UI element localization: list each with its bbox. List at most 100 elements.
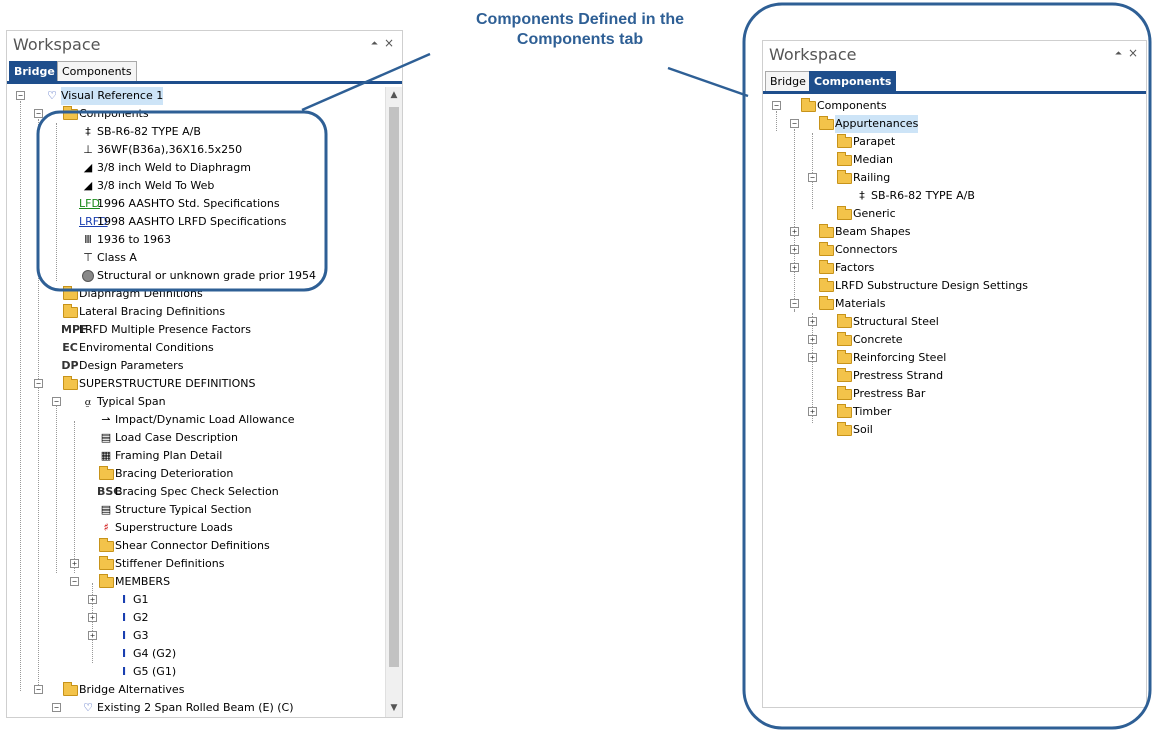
folder-open-icon [817, 115, 835, 136]
component-item[interactable]: ⊥ 36WF(B36a),36X16.5x250 [79, 141, 242, 159]
tree-item-parapet[interactable]: Parapet [835, 133, 895, 151]
scroll-thumb[interactable] [389, 107, 399, 667]
member-item[interactable]: I G2 [115, 609, 149, 627]
tab-bar: Bridge Components [7, 61, 402, 84]
callout-line-2: Components tab [516, 31, 644, 48]
tree-item-superstructure[interactable]: SUPERSTRUCTURE DEFINITIONS [61, 375, 256, 393]
close-button[interactable]: × [1128, 46, 1138, 60]
tree-item-connectors[interactable]: Connectors [817, 241, 897, 259]
tab-bridge[interactable]: Bridge [9, 61, 60, 81]
material-item[interactable]: Structural Steel [835, 313, 939, 331]
tree-item-components-root[interactable]: Components [799, 97, 887, 115]
collapse-toggle[interactable]: − [34, 109, 43, 118]
member-item[interactable]: I G5 (G1) [115, 663, 176, 681]
scroll-up-icon[interactable]: ▲ [386, 87, 402, 104]
section-icon: ▤ [100, 503, 112, 516]
steel-shape-icon: Ⅲ [84, 233, 92, 246]
tree-item-components[interactable]: Components [61, 105, 149, 123]
expand-toggle[interactable]: + [808, 353, 817, 362]
material-item[interactable]: Prestress Bar [835, 385, 925, 403]
tree-item-existing[interactable]: ♡ Existing 2 Span Rolled Beam (E) (C) [79, 699, 293, 717]
ec-icon: EC [62, 341, 78, 354]
expand-toggle[interactable]: + [88, 613, 97, 622]
component-item[interactable]: ⊤ Class A [79, 249, 137, 267]
expand-toggle[interactable]: + [790, 245, 799, 254]
material-item[interactable]: Prestress Strand [835, 367, 943, 385]
tree-item-median[interactable]: Median [835, 151, 893, 169]
tree-item-factors[interactable]: Factors [817, 259, 874, 277]
tree-item-lateral[interactable]: Lateral Bracing Definitions [61, 303, 225, 321]
pin-icon[interactable]: ⏶ [1115, 49, 1122, 59]
pin-icon[interactable]: ⏶ [371, 39, 378, 49]
tree-item-materials[interactable]: Materials [817, 295, 885, 313]
collapse-toggle[interactable]: − [790, 119, 799, 128]
tree-item-bridge-alternatives[interactable]: Bridge Alternatives [61, 681, 184, 699]
close-button[interactable]: × [384, 36, 394, 50]
span-item[interactable]: ⇀ Impact/Dynamic Load Allowance [97, 411, 294, 429]
component-item[interactable]: LRFD1998 AASHTO LRFD Specifications [79, 213, 286, 231]
expand-toggle[interactable]: + [88, 631, 97, 640]
tab-components[interactable]: Components [809, 71, 897, 91]
tree-item-root[interactable]: ♡ Visual Reference 1 [43, 87, 164, 105]
component-item[interactable]: Structural or unknown grade prior 1954 [79, 267, 316, 285]
tree-item-mpf[interactable]: MPFLRFD Multiple Presence Factors [61, 321, 251, 339]
span-item[interactable]: ♯ Superstructure Loads [97, 519, 232, 537]
concrete-icon: ⊤ [83, 251, 93, 264]
collapse-toggle[interactable]: − [772, 101, 781, 110]
component-item[interactable]: Ⅲ 1936 to 1963 [79, 231, 171, 249]
collapse-toggle[interactable]: − [70, 577, 79, 586]
impact-icon: ⇀ [101, 413, 111, 426]
expand-toggle[interactable]: + [70, 559, 79, 568]
member-item[interactable]: I G3 [115, 627, 149, 645]
collapse-toggle[interactable]: − [808, 173, 817, 182]
tree-item-design[interactable]: DPDesign Parameters [61, 357, 183, 375]
tree-item-env[interactable]: ECEnviromental Conditions [61, 339, 214, 357]
material-item[interactable]: Soil [835, 421, 873, 439]
collapse-toggle[interactable]: − [34, 379, 43, 388]
span-item[interactable]: Stiffener Definitions [97, 555, 224, 573]
tree-item-generic[interactable]: Generic [835, 205, 896, 223]
scroll-down-icon[interactable]: ▼ [386, 700, 402, 717]
span-item[interactable]: ▤ Structure Typical Section [97, 501, 252, 519]
tab-components[interactable]: Components [57, 61, 137, 81]
span-item[interactable]: Shear Connector Definitions [97, 537, 270, 555]
expand-toggle[interactable]: + [88, 595, 97, 604]
component-item[interactable]: ‡ SB-R6-82 TYPE A/B [79, 123, 201, 141]
expand-toggle[interactable]: + [808, 317, 817, 326]
dp-icon: DP [61, 359, 79, 372]
collapse-toggle[interactable]: − [16, 91, 25, 100]
member-item[interactable]: I G4 (G2) [115, 645, 176, 663]
collapse-toggle[interactable]: − [790, 299, 799, 308]
tree-item-diaphragm[interactable]: Diaphragm Definitions [61, 285, 203, 303]
member-item[interactable]: I G1 [115, 591, 149, 609]
tree-item-appurtenances[interactable]: Appurtenances [817, 115, 919, 136]
span-item[interactable]: ▤ Load Case Description [97, 429, 238, 447]
expand-toggle[interactable]: + [790, 227, 799, 236]
span-item[interactable]: BSCBracing Spec Check Selection [97, 483, 279, 501]
tab-bridge[interactable]: Bridge [765, 71, 811, 91]
tree-item-typical-span[interactable]: ⍶ Typical Span [79, 393, 166, 411]
tree-item-lrfd-substructure[interactable]: LRFD Substructure Design Settings [817, 277, 1028, 295]
vertical-scrollbar[interactable]: ▲ ▼ [385, 87, 402, 717]
folder-open-icon [61, 681, 79, 702]
span-item[interactable]: Bracing Deterioration [97, 465, 233, 483]
collapse-toggle[interactable]: − [52, 397, 61, 406]
mpf-icon: MPF [61, 323, 88, 336]
collapse-toggle[interactable]: − [34, 685, 43, 694]
expand-toggle[interactable]: + [808, 407, 817, 416]
expand-toggle[interactable]: + [808, 335, 817, 344]
component-item[interactable]: ◢ 3/8 inch Weld to Diaphragm [79, 159, 251, 177]
collapse-toggle[interactable]: − [52, 703, 61, 712]
component-item[interactable]: ◢ 3/8 inch Weld To Web [79, 177, 215, 195]
tree-item-beam-shapes[interactable]: Beam Shapes [817, 223, 910, 241]
expand-toggle[interactable]: + [790, 263, 799, 272]
span-item[interactable]: ▦ Framing Plan Detail [97, 447, 223, 465]
tree-item-members[interactable]: MEMBERS [97, 573, 170, 591]
tree-item-railing-item[interactable]: ‡ SB-R6-82 TYPE A/B [853, 187, 975, 205]
material-item[interactable]: Concrete [835, 331, 903, 349]
component-item[interactable]: LFD1996 AASHTO Std. Specifications [79, 195, 280, 213]
workspace-panel-bridge: Workspace ⏶ × Bridge Components − ♡ Visua… [6, 30, 403, 718]
tree-item-railing[interactable]: Railing [835, 169, 890, 187]
material-item[interactable]: Timber [835, 403, 891, 421]
material-item[interactable]: Reinforcing Steel [835, 349, 946, 367]
